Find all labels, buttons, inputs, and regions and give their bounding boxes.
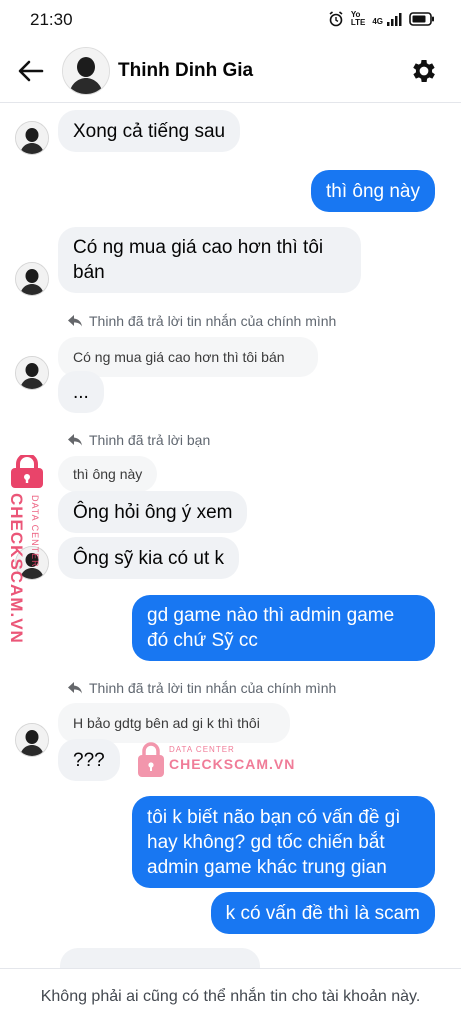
gear-icon [413, 60, 435, 82]
quoted-message[interactable]: thì ông này [58, 456, 158, 492]
quoted-message[interactable]: H bảo gdtg bên ad gi k thì thôi [58, 703, 290, 743]
watermark-vertical: CHECKSCAM.VN DATA CENTER [2, 455, 56, 655]
lock-icon [11, 455, 43, 488]
partial-message [60, 948, 260, 968]
back-arrow-icon [18, 60, 44, 82]
incoming-message[interactable]: Ông sỹ kia có ut k [58, 537, 240, 579]
sender-avatar[interactable] [15, 121, 49, 155]
status-icons: Yo LTE 4G [328, 11, 435, 27]
incoming-message[interactable]: ??? [58, 739, 120, 781]
contact-name[interactable]: Thinh Dinh Gia [118, 60, 253, 82]
chat-header: Thinh Dinh Gia [0, 40, 461, 103]
reply-icon [68, 434, 82, 446]
outgoing-message[interactable]: gd game nào thì admin game đó chứ Sỹ cc [132, 595, 435, 661]
reply-icon [68, 682, 82, 694]
contact-avatar[interactable] [62, 47, 110, 95]
signal-icon: 4G [372, 12, 402, 26]
status-bar: 21:30 Yo LTE 4G [0, 0, 461, 40]
volte-icon: Yo LTE [350, 10, 366, 27]
messaging-restricted-notice: Không phải ai cũng có thể nhắn tin cho t… [0, 968, 461, 1025]
reply-icon [68, 315, 82, 327]
status-time: 21:30 [30, 10, 73, 29]
settings-button[interactable] [407, 54, 441, 88]
sender-avatar[interactable] [15, 262, 49, 296]
battery-icon [409, 12, 435, 26]
outgoing-message[interactable]: tôi k biết não bạn có vấn đề gì hay khôn… [132, 796, 435, 888]
outgoing-message[interactable]: k có vấn đề thì là scam [210, 892, 435, 934]
alarm-icon [328, 11, 344, 27]
lock-icon [138, 742, 164, 777]
reply-label: Thinh đã trả lời bạn [67, 432, 210, 448]
sender-avatar[interactable] [15, 723, 49, 757]
sender-avatar[interactable] [15, 356, 49, 390]
outgoing-message[interactable]: thì ông này [310, 170, 435, 212]
footer-notice-text: Không phải ai cũng có thể nhắn tin cho t… [40, 988, 421, 1005]
incoming-message[interactable]: Có ng mua giá cao hơn thì tôi bán [58, 227, 361, 293]
back-button[interactable] [14, 54, 48, 88]
watermark-center: DATA CENTER CHECKSCAM.VN [137, 742, 297, 782]
incoming-message[interactable]: Ông hỏi ông ý xem [58, 491, 248, 533]
incoming-message[interactable]: ... [58, 371, 104, 413]
incoming-message[interactable]: Xong cả tiếng sau [58, 110, 241, 152]
quoted-message[interactable]: Có ng mua giá cao hơn thì tôi bán [58, 337, 318, 377]
reply-label: Thinh đã trả lời tin nhắn của chính mình [67, 680, 336, 696]
reply-label: Thinh đã trả lời tin nhắn của chính mình [67, 313, 336, 329]
